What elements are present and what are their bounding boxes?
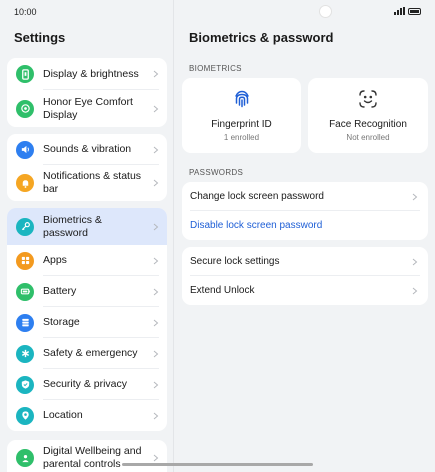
secure-lock-settings[interactable]: Secure lock settings: [182, 247, 428, 276]
fingerprint-id-card[interactable]: Fingerprint ID 1 enrolled: [182, 78, 301, 153]
sidebar-item-label: Apps: [43, 254, 67, 266]
face-recognition-label: Face Recognition: [329, 119, 407, 130]
page-title: Biometrics & password: [189, 30, 334, 45]
chevron-right-icon: [412, 258, 418, 265]
status-bar: 10:00: [0, 0, 435, 24]
sidebar-item-label: Security & privacy: [43, 378, 128, 390]
fingerprint-id-label: Fingerprint ID: [211, 119, 272, 130]
settings-group-display: Display & brightness Honor Eye Comfort D…: [7, 58, 167, 127]
sidebar-item-label: Notifications & status bar: [43, 170, 142, 195]
row-label: Disable lock screen password: [190, 220, 323, 231]
key-icon: [16, 217, 34, 236]
chevron-right-icon: [153, 350, 159, 357]
sidebar-item-safety-emergency[interactable]: Safety & emergency: [7, 338, 167, 369]
chevron-right-icon: [153, 288, 159, 295]
sidebar-item-label: Battery: [43, 285, 77, 297]
biometrics-section-label: BIOMETRICS: [189, 64, 242, 73]
settings-group-sounds: Sounds & vibration Notifications & statu…: [7, 134, 167, 201]
battery-status-icon: [408, 7, 421, 15]
face-recognition-card[interactable]: Face Recognition Not enrolled: [308, 78, 428, 153]
sidebar-item-location[interactable]: Location: [7, 400, 167, 431]
change-lock-screen-password[interactable]: Change lock screen password: [182, 182, 428, 211]
extend-unlock[interactable]: Extend Unlock: [182, 276, 428, 305]
sidebar-item-apps[interactable]: Apps: [7, 245, 167, 276]
chevron-right-icon: [153, 223, 159, 230]
disable-lock-screen-password[interactable]: Disable lock screen password: [182, 211, 428, 240]
home-indicator[interactable]: [122, 463, 313, 466]
chevron-right-icon: [153, 105, 159, 112]
display-icon: [16, 65, 34, 83]
chevron-right-icon: [153, 257, 159, 264]
chevron-right-icon: [153, 179, 159, 187]
status-time: 10:00: [14, 7, 37, 17]
wellbeing-icon: [16, 449, 34, 467]
location-pin-icon: [16, 406, 34, 425]
sidebar-item-label: Safety & emergency: [43, 347, 138, 359]
sidebar-item-digital-wellbeing[interactable]: Digital Wellbeing and parental controls: [7, 440, 167, 472]
row-label: Change lock screen password: [190, 191, 324, 202]
camera-cutout: [319, 5, 332, 18]
settings-pane: Settings Display & brightness Honor Eye …: [0, 0, 174, 472]
chevron-right-icon: [153, 454, 159, 462]
apps-icon: [16, 251, 34, 270]
passwords-card: Change lock screen password Disable lock…: [182, 182, 428, 240]
sidebar-item-display-brightness[interactable]: Display & brightness: [7, 58, 167, 90]
passwords-section-label: PASSWORDS: [189, 168, 244, 177]
sidebar-item-label: Location: [43, 409, 83, 421]
row-label: Secure lock settings: [190, 256, 280, 267]
settings-group-wellbeing: Digital Wellbeing and parental controls: [7, 440, 167, 472]
shield-icon: [16, 375, 34, 394]
storage-icon: [16, 313, 34, 332]
sidebar-item-label: Sounds & vibration: [43, 143, 132, 155]
fingerprint-icon: [234, 90, 249, 108]
speaker-icon: [16, 140, 34, 159]
chevron-right-icon: [153, 146, 159, 153]
status-icons: [394, 7, 421, 15]
sidebar-item-eye-comfort[interactable]: Honor Eye Comfort Display: [7, 90, 167, 127]
sidebar-item-biometrics-password[interactable]: Biometrics & password: [7, 208, 167, 245]
chevron-right-icon: [153, 381, 159, 388]
chevron-right-icon: [412, 193, 418, 200]
sidebar-item-security-privacy[interactable]: Security & privacy: [7, 369, 167, 400]
sidebar-item-label: Display & brightness: [43, 67, 139, 80]
biometrics-password-pane: Biometrics & password BIOMETRICS Fingerp…: [175, 0, 435, 472]
face-recognition-status: Not enrolled: [346, 133, 390, 142]
sidebar-item-storage[interactable]: Storage: [7, 307, 167, 338]
sidebar-item-label: Honor Eye Comfort Display: [43, 95, 133, 121]
eye-comfort-icon: [16, 99, 34, 118]
chevron-right-icon: [153, 412, 159, 419]
sidebar-item-label: Digital Wellbeing and parental controls: [43, 445, 142, 470]
sidebar-item-sounds-vibration[interactable]: Sounds & vibration: [7, 134, 167, 165]
face-icon: [359, 90, 377, 108]
battery-icon: [16, 282, 34, 301]
settings-group-security: Biometrics & password Apps Battery Stora…: [7, 208, 167, 431]
chevron-right-icon: [412, 287, 418, 294]
sidebar-item-label: Storage: [43, 316, 80, 328]
chevron-right-icon: [153, 70, 159, 78]
settings-title: Settings: [14, 30, 66, 45]
row-label: Extend Unlock: [190, 285, 255, 296]
fingerprint-status: 1 enrolled: [223, 133, 260, 142]
signal-icon: [394, 7, 405, 15]
asterisk-icon: [16, 344, 34, 363]
lock-settings-card: Secure lock settings Extend Unlock: [182, 247, 428, 305]
chevron-right-icon: [153, 319, 159, 326]
bell-icon: [16, 174, 34, 192]
sidebar-item-notifications[interactable]: Notifications & status bar: [7, 165, 167, 201]
sidebar-item-battery[interactable]: Battery: [7, 276, 167, 307]
sidebar-item-label: Biometrics & password: [43, 213, 102, 239]
